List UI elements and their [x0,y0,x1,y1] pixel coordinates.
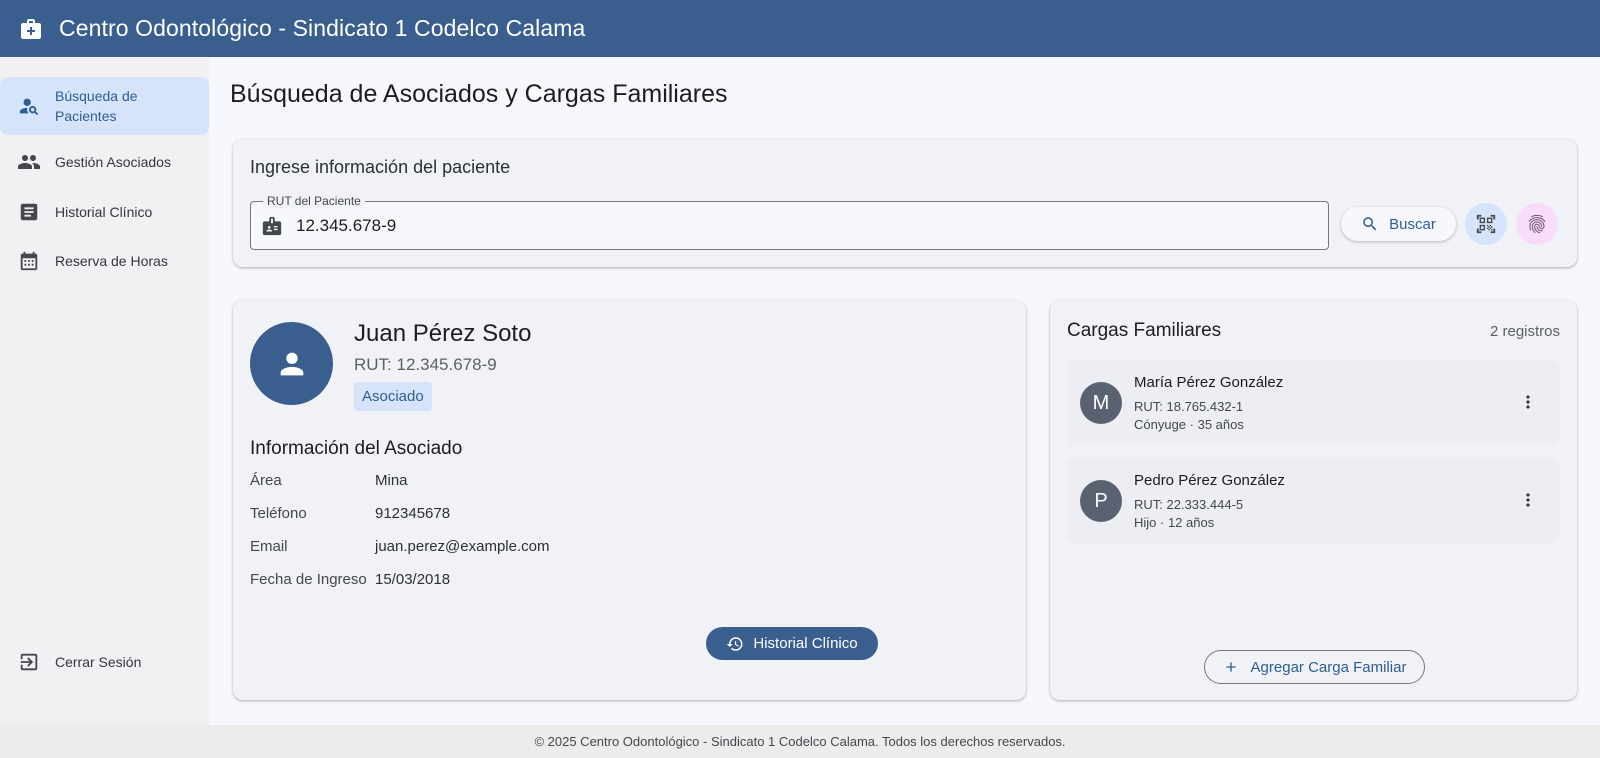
member-name: Pedro Pérez González [1134,472,1285,489]
avatar: M [1080,382,1122,424]
medical-kit-icon [18,16,44,42]
patient-name: Juan Pérez Soto [354,320,532,347]
member-relation: Cónyuge · 35 años [1134,417,1244,432]
sidebar-item-label: Búsqueda de Pacientes [55,88,138,124]
info-value: 912345678 [375,505,451,522]
info-value: Mina [375,472,408,489]
patient-card: Juan Pérez Soto RUT: 12.345.678-9 Asocia… [233,300,1026,700]
sidebar-item-reserva-horas[interactable]: Reserva de Horas [0,233,209,289]
fingerprint-icon [1526,213,1548,235]
info-key: Teléfono [250,505,307,522]
sidebar-item-label: Gestión Asociados [55,154,171,170]
person-icon [275,347,309,381]
id-badge-icon [261,215,283,237]
group-icon [17,150,41,174]
patient-rut: RUT: 12.345.678-9 [354,355,497,374]
info-value: juan.perez@example.com [375,538,550,555]
list-item[interactable]: P Pedro Pérez González RUT: 22.333.444-5… [1067,458,1560,543]
avatar: P [1080,480,1122,522]
search-button[interactable]: Buscar [1341,207,1456,241]
search-heading: Ingrese información del paciente [250,157,511,177]
rut-input[interactable] [296,212,1196,240]
sidebar-item-gestion-asociados[interactable]: Gestión Asociados [0,134,209,190]
member-rut: RUT: 22.333.444-5 [1134,497,1244,512]
qr-code-icon [1475,213,1497,235]
document-icon [17,200,41,224]
family-count: 2 registros [1489,323,1560,340]
historial-button-label: Historial Clínico [753,635,858,652]
search-card: Ingrese información del paciente RUT del… [233,139,1577,267]
logout-button[interactable]: Cerrar Sesión [0,634,209,690]
section-title: Información del Asociado [250,438,463,459]
app-bar: Centro Odontológico - Sindicato 1 Codelc… [0,0,1600,57]
sidebar-item-label: Historial Clínico [55,204,153,220]
calendar-icon [17,249,41,273]
status-badge: Asociado [354,382,432,411]
search-button-label: Buscar [1389,215,1436,233]
sidebar-item-historial-clinico[interactable]: Historial Clínico [0,184,209,240]
list-item[interactable]: M María Pérez González RUT: 18.765.432-1… [1067,360,1560,445]
sidebar-item-label: Reserva de Horas [55,253,168,269]
info-key: Email [250,538,288,555]
more-vert-icon[interactable] [1516,390,1540,414]
add-carga-familiar-button[interactable]: Agregar Carga Familiar [1204,650,1425,684]
footer: © 2025 Centro Odontológico - Sindicato 1… [0,725,1600,758]
member-rut: RUT: 18.765.432-1 [1134,399,1244,414]
member-relation: Hijo · 12 años [1134,515,1215,530]
history-icon [726,635,744,653]
family-title: Cargas Familiares [1067,320,1222,341]
sidebar: Búsqueda de Pacientes Gestión Asociados … [0,57,209,725]
fingerprint-button[interactable] [1516,203,1558,245]
page-title: Búsqueda de Asociados y Cargas Familiare… [230,80,728,108]
person-search-icon [17,94,41,118]
info-value: 15/03/2018 [375,571,451,588]
historial-clinico-button[interactable]: Historial Clínico [706,627,878,660]
app-title: Centro Odontológico - Sindicato 1 Codelc… [59,15,586,41]
search-icon [1361,215,1379,233]
member-name: María Pérez González [1134,374,1284,391]
more-vert-icon[interactable] [1516,488,1540,512]
family-card: Cargas Familiares 2 registros M María Pé… [1050,300,1577,700]
logout-label: Cerrar Sesión [55,654,142,670]
rut-field: RUT del Paciente [250,194,1329,250]
plus-icon [1223,659,1239,675]
info-key: Fecha de Ingreso [250,571,367,588]
add-button-label: Agregar Carga Familiar [1250,658,1407,676]
logout-icon [17,650,41,674]
qr-scan-button[interactable] [1465,203,1507,245]
rut-field-label: RUT del Paciente [263,194,365,208]
avatar [250,322,333,405]
sidebar-item-busqueda-pacientes[interactable]: Búsqueda de Pacientes [0,77,209,135]
info-key: Área [250,472,282,489]
